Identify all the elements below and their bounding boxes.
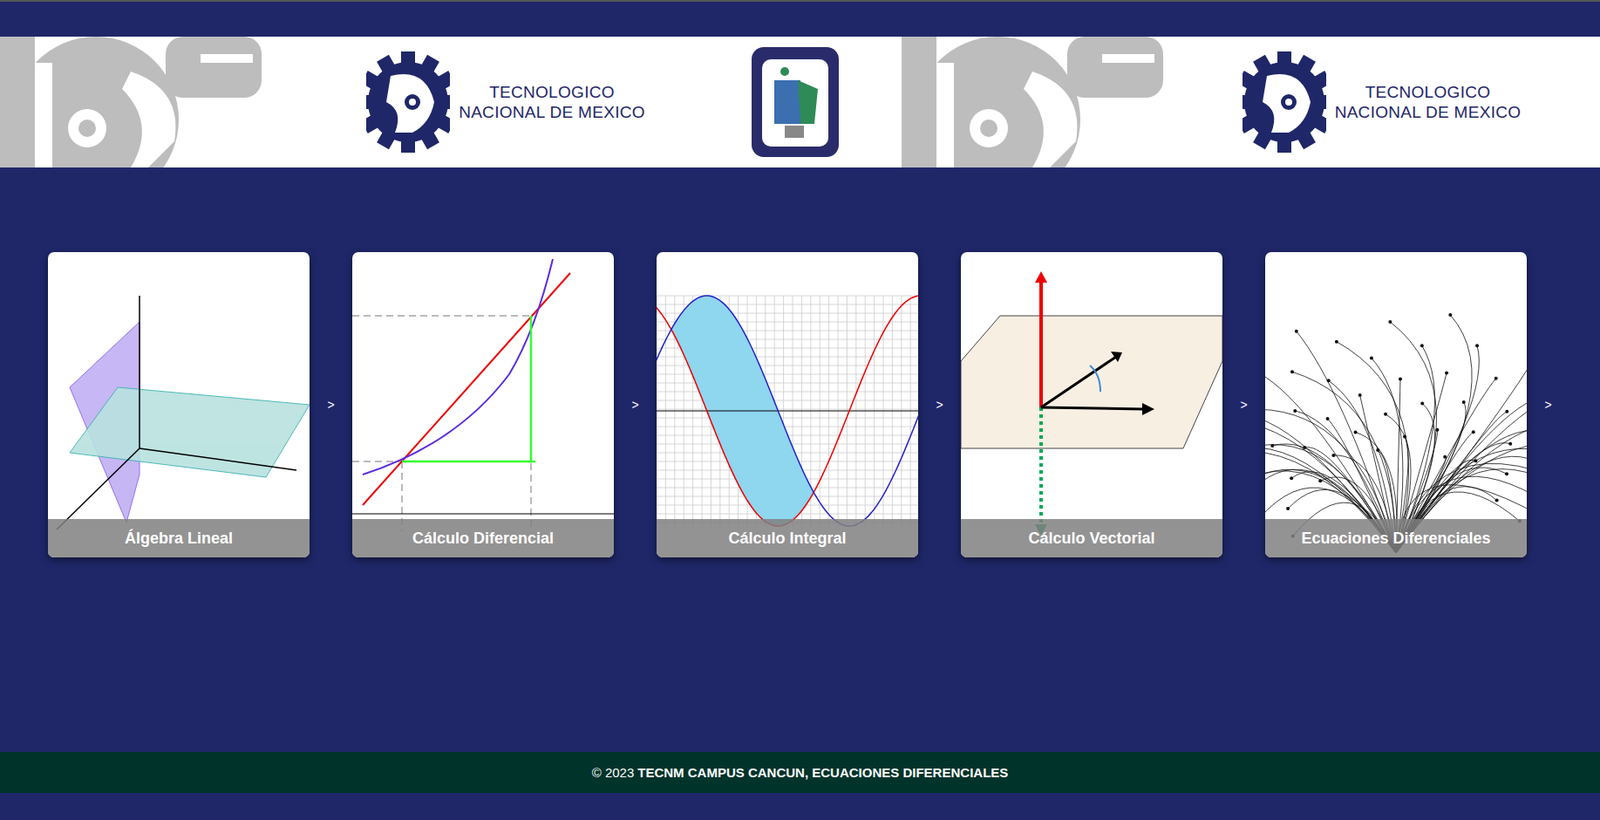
main: Álgebra Lineal > Cálculo Diferencial > Cálcu… (0, 167, 1600, 752)
separator: > (1526, 397, 1570, 412)
course-card[interactable]: Cálculo Vectorial (960, 251, 1223, 558)
footer-text: TECNM CAMPUS CANCUN, ECUACIONES DIFERENC… (637, 764, 1008, 780)
logo-line: NACIONAL DE MEXICO (1334, 102, 1522, 123)
integral-figure-icon (656, 251, 919, 558)
course-row: Álgebra Lineal > Cálculo Diferencial > Cálcu… (30, 251, 1570, 558)
eagle-pattern-icon (0, 36, 262, 168)
logo-line: TECNOLOGICO (458, 81, 646, 103)
logo-line: TECNOLOGICO (1334, 81, 1522, 103)
course-card[interactable]: Álgebra Lineal (47, 251, 310, 558)
course-title: Álgebra Lineal (47, 518, 310, 558)
separator: > (309, 397, 353, 412)
course-title: Ecuaciones Diferenciales (1265, 518, 1527, 558)
footer: © 2023TECNM CAMPUS CANCUN, ECUACIONES DI… (0, 751, 1600, 793)
derivative-figure-icon (352, 251, 614, 558)
logo-line: NACIONAL DE MEXICO (458, 102, 646, 123)
tecnm-gear-icon (1242, 40, 1327, 164)
course-card[interactable]: Ecuaciones Diferenciales (1265, 251, 1527, 558)
field-figure-icon (1265, 251, 1527, 558)
course-title: Cálculo Diferencial (352, 518, 614, 558)
vectors-figure-icon (960, 251, 1223, 558)
eagle-pattern-icon (901, 36, 1164, 168)
tecnm-logo: TECNOLOGICONACIONAL DE MEXICO (366, 40, 646, 164)
course-card[interactable]: Cálculo Integral (656, 251, 919, 558)
itcancun-seal-icon (749, 45, 841, 159)
copyright: © 2023 (592, 764, 635, 780)
banner: TECNOLOGICONACIONAL DE MEXICOTECNOLOGICO… (0, 36, 1600, 168)
top-bar (0, 1, 1600, 37)
course-title: Cálculo Vectorial (960, 518, 1223, 558)
page: TECNOLOGICONACIONAL DE MEXICOTECNOLOGICO… (0, 0, 1600, 820)
course-title: Cálculo Integral (656, 518, 919, 558)
tecnm-gear-icon (366, 40, 450, 164)
planes-figure-icon (47, 251, 310, 558)
separator: > (918, 397, 961, 412)
separator: > (1222, 397, 1266, 412)
tecnm-logo: TECNOLOGICONACIONAL DE MEXICO (1242, 40, 1522, 164)
separator: > (613, 397, 657, 412)
course-card[interactable]: Cálculo Diferencial (352, 251, 614, 558)
